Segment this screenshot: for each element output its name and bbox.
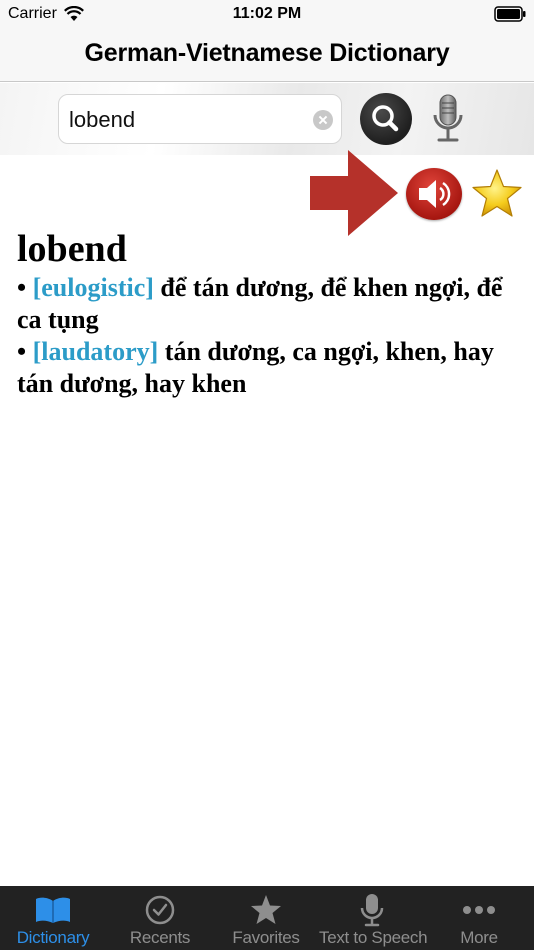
definition-panel: lobend • [eulogistic] để tán dương, để k… (17, 226, 522, 400)
book-icon (0, 894, 106, 926)
speaker-button[interactable] (406, 168, 462, 220)
microphone-icon (433, 94, 463, 142)
sense-tag: [eulogistic] (32, 273, 154, 302)
page-title: German-Vietnamese Dictionary (84, 39, 450, 67)
tab-dictionary[interactable]: Dictionary (0, 886, 106, 950)
favorite-star-button[interactable] (470, 168, 524, 220)
star-icon (213, 894, 319, 926)
star-icon (472, 169, 522, 217)
speaker-icon (419, 180, 451, 208)
microphone-icon (319, 894, 425, 927)
tab-bar: Dictionary Recents Favorites Text to Spe… (0, 886, 534, 950)
headword: lobend (17, 228, 127, 270)
sense-item: • [eulogistic] để tán dương, để khen ngợ… (17, 272, 522, 336)
search-button[interactable] (360, 93, 412, 145)
bullet: • (17, 337, 27, 366)
tab-more[interactable]: More (426, 886, 532, 950)
navigation-bar: German-Vietnamese Dictionary (0, 28, 534, 82)
battery-icon (494, 6, 526, 27)
tab-favorites[interactable]: Favorites (213, 886, 319, 950)
tab-label: Recents (129, 928, 191, 947)
tab-recents[interactable]: Recents (107, 886, 213, 950)
tab-label: Favorites (232, 928, 300, 947)
bullet: • (17, 273, 27, 302)
voice-input-button[interactable] (428, 91, 468, 149)
tab-label: Text to Speech (319, 928, 428, 947)
tab-label: Dictionary (16, 928, 90, 947)
clock-check-icon (107, 894, 213, 926)
clear-icon[interactable] (313, 110, 333, 130)
search-input[interactable]: lobend (58, 94, 342, 144)
clock: 11:02 PM (232, 5, 302, 22)
ellipsis-icon (426, 894, 532, 926)
magnifier-icon (372, 105, 399, 132)
tab-label: More (460, 928, 498, 947)
search-area: lobend (0, 83, 534, 155)
tab-text-to-speech[interactable]: Text to Speech (319, 886, 428, 950)
search-query-text: lobend (69, 107, 136, 132)
sense-tag: [laudatory] (32, 337, 159, 366)
status-bar: Carrier 11:02 PM (0, 0, 534, 28)
sense-item: • [laudatory] tán dương, ca ngợi, khen, … (17, 336, 522, 400)
